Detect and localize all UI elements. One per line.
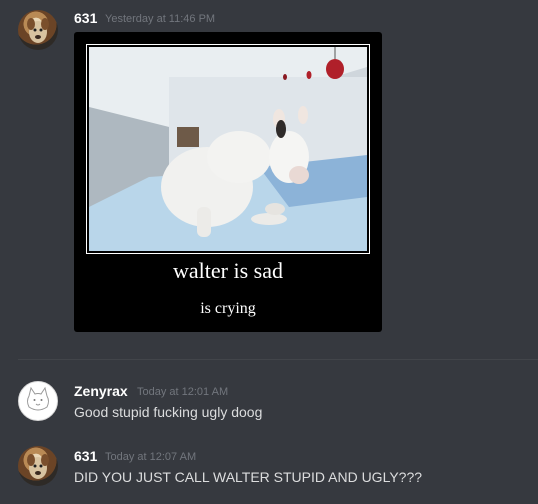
username[interactable]: 631	[74, 10, 97, 26]
dog-avatar-icon	[27, 454, 49, 479]
username[interactable]: 631	[74, 448, 97, 464]
image-attachment[interactable]: walter is sad is crying	[74, 32, 382, 332]
user-avatar[interactable]	[18, 446, 58, 486]
cat-avatar-icon	[27, 386, 49, 411]
user-avatar[interactable]	[18, 381, 58, 421]
message-timestamp: Today at 12:07 AM	[105, 451, 197, 463]
message-timestamp: Yesterday at 11:46 PM	[105, 13, 216, 25]
message-divider	[18, 359, 538, 360]
poster-title: walter is sad	[173, 258, 283, 283]
username[interactable]: Zenyrax	[74, 383, 128, 399]
dog-avatar-icon	[27, 18, 49, 43]
dog-photo-image	[89, 47, 367, 251]
poster-frame	[86, 44, 370, 254]
poster-subtitle: is crying	[200, 300, 256, 317]
message-text: Good stupid fucking ugly doog	[74, 404, 263, 420]
message-text: DID YOU JUST CALL WALTER STUPID AND UGLY…	[74, 469, 423, 485]
message-timestamp: Today at 12:01 AM	[137, 386, 229, 398]
user-avatar[interactable]	[18, 10, 58, 50]
